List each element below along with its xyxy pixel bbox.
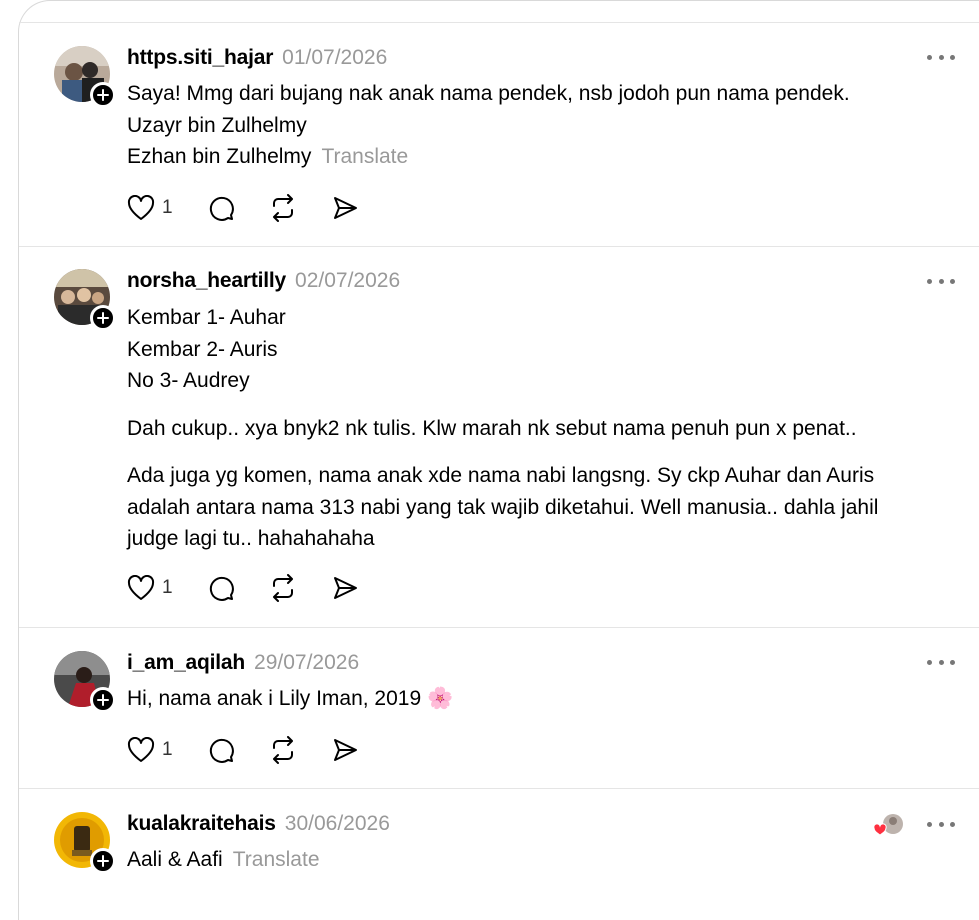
more-dots-icon[interactable]	[927, 819, 955, 829]
liked-by-author-badge[interactable]	[871, 812, 905, 838]
comment-icon	[209, 576, 234, 601]
comment-icon	[209, 738, 234, 763]
username[interactable]: i_am_aqilah	[127, 651, 245, 675]
text-line: Kembar 2- Auris	[127, 337, 278, 361]
send-icon	[333, 577, 357, 599]
text-line: adalah antara nama 313 nabi yang tak waj…	[127, 495, 879, 519]
avatar[interactable]	[54, 46, 116, 108]
like-button[interactable]: 1	[127, 193, 173, 223]
text-line: judge lagi tu.. hahahahaha	[127, 527, 375, 550]
username[interactable]: kualakraitehais	[127, 812, 276, 836]
divider	[19, 22, 979, 23]
plus-icon	[97, 855, 109, 867]
translate-link[interactable]: Translate	[321, 145, 408, 168]
more-dots-icon[interactable]	[927, 657, 955, 667]
text-line: Uzayr bin Zulhelmy	[127, 113, 307, 137]
heart-icon	[127, 737, 155, 762]
divider	[19, 788, 979, 789]
thread-card: https.siti_hajar 01/07/2026 Saya! Mmg da…	[18, 0, 979, 920]
follow-button[interactable]	[90, 82, 116, 108]
post-date[interactable]: 01/07/2026	[282, 46, 387, 70]
like-count: 1	[162, 577, 173, 598]
follow-button[interactable]	[90, 848, 116, 874]
username[interactable]: https.siti_hajar	[127, 46, 273, 70]
repost-icon	[272, 194, 293, 222]
share-button[interactable]	[331, 573, 359, 603]
repost-button[interactable]	[269, 735, 297, 765]
post-text: Aali & Aafi Translate	[127, 844, 953, 876]
like-count: 1	[162, 739, 173, 760]
like-button[interactable]: 1	[127, 573, 173, 603]
reply-button[interactable]	[207, 193, 235, 223]
post-date[interactable]: 30/06/2026	[285, 812, 390, 836]
send-icon	[333, 197, 357, 219]
text-line: Saya! Mmg dari bujang nak anak nama pend…	[127, 82, 850, 105]
like-count: 1	[162, 197, 173, 218]
post-text: Hi, nama anak i Lily Iman, 2019 🌸	[127, 683, 953, 715]
divider	[19, 627, 979, 628]
avatar[interactable]	[54, 651, 116, 713]
post-text: Kembar 1- Auhar Kembar 2- Auris No 3- Au…	[127, 302, 953, 555]
repost-icon	[272, 736, 293, 764]
repost-button[interactable]	[269, 193, 297, 223]
text-line: Kembar 1- Auhar	[127, 306, 286, 329]
post-date[interactable]: 02/07/2026	[295, 269, 400, 293]
share-button[interactable]	[331, 735, 359, 765]
heart-icon	[127, 575, 155, 600]
plus-icon	[97, 89, 109, 101]
avatar[interactable]	[54, 269, 116, 331]
heart-icon	[127, 195, 155, 220]
share-button[interactable]	[331, 193, 359, 223]
plus-icon	[97, 694, 109, 706]
author-liked-icon	[873, 814, 903, 836]
repost-button[interactable]	[269, 573, 297, 603]
more-dots-icon[interactable]	[927, 52, 955, 62]
text-line: Hi, nama anak i Lily Iman, 2019	[127, 687, 422, 710]
text-line: Ezhan bin Zulhelmy	[127, 145, 312, 168]
flower-emoji: 🌸	[427, 686, 454, 710]
action-bar: 1	[127, 573, 393, 603]
action-bar: 1	[127, 193, 393, 223]
repost-icon	[272, 574, 293, 602]
reply-button[interactable]	[207, 735, 235, 765]
action-bar: 1	[127, 735, 393, 765]
avatar[interactable]	[54, 812, 116, 874]
post-text: Saya! Mmg dari bujang nak anak nama pend…	[127, 78, 953, 173]
send-icon	[333, 739, 357, 761]
plus-icon	[97, 312, 109, 324]
follow-button[interactable]	[90, 687, 116, 713]
post-date[interactable]: 29/07/2026	[254, 651, 359, 675]
text-line: No 3- Audrey	[127, 369, 250, 392]
comment-icon	[209, 196, 234, 221]
divider	[19, 246, 979, 247]
text-line: Aali & Aafi	[127, 848, 223, 871]
more-dots-icon[interactable]	[927, 276, 955, 286]
username[interactable]: norsha_heartilly	[127, 269, 286, 293]
translate-link[interactable]: Translate	[233, 848, 320, 871]
text-line: Ada juga yg komen, nama anak xde nama na…	[127, 464, 875, 487]
reply-button[interactable]	[207, 573, 235, 603]
like-button[interactable]: 1	[127, 735, 173, 765]
follow-button[interactable]	[90, 305, 116, 331]
text-line: Dah cukup.. xya bnyk2 nk tulis. Klw mara…	[127, 416, 857, 440]
